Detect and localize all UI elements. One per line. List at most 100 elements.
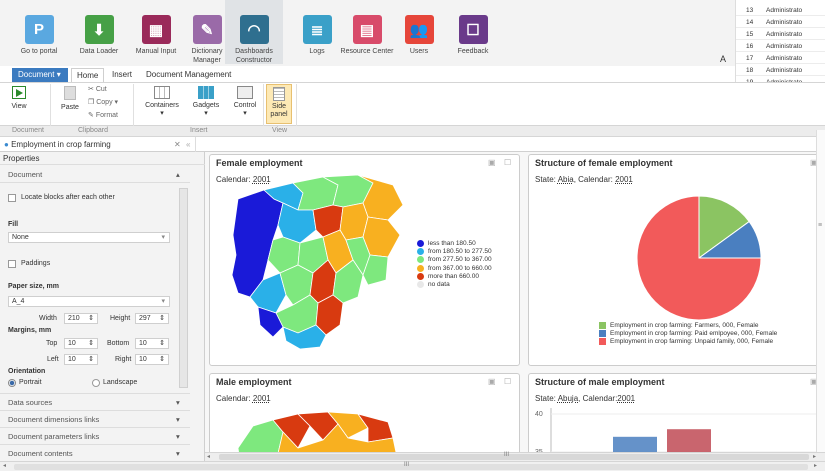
- maximize-icon[interactable]: ☐: [504, 158, 511, 167]
- nigeria-map[interactable]: [228, 165, 418, 355]
- state-calendar-filter[interactable]: State: Abia, Calendar: 2001: [535, 175, 633, 184]
- document-menu-button[interactable]: Document ▾: [12, 68, 68, 82]
- scroll-thumb[interactable]: III: [14, 462, 808, 470]
- fill-value: None: [12, 234, 29, 241]
- left-stepper[interactable]: 10 ⇕: [64, 354, 98, 365]
- row-number: 18: [746, 67, 754, 74]
- launcher-dashboards-constructor[interactable]: ◠ Dashboards Constructor: [225, 0, 283, 64]
- bottom-stepper[interactable]: 10 ⇕: [135, 338, 169, 349]
- launcher-feedback[interactable]: ☐ Feedback: [444, 0, 502, 64]
- fill-select[interactable]: None ▾: [8, 232, 170, 243]
- document-contents-section[interactable]: Document contents ▾: [0, 444, 190, 461]
- legend-label: Employment in crop farming: Paid emlpoye…: [610, 330, 778, 338]
- bottom-label: Bottom: [107, 340, 130, 347]
- locate-blocks-label: Locate blocks after each other: [21, 194, 115, 201]
- scroll-right-icon[interactable]: ▸: [813, 453, 816, 460]
- calendar-value: 2001: [617, 394, 636, 403]
- settings-icon[interactable]: ▣: [488, 377, 496, 386]
- data-sources-section[interactable]: Data sources ▾: [0, 393, 190, 410]
- close-tab-icon[interactable]: ✕: [174, 137, 181, 152]
- control-button[interactable]: Control ▾: [229, 86, 261, 117]
- properties-panel: Properties Document ▴ Locate blocks after…: [0, 152, 205, 461]
- paddings-checkbox[interactable]: [8, 260, 16, 268]
- panel-title: Structure of female employment: [535, 158, 673, 168]
- height-stepper[interactable]: 297 ⇕: [135, 313, 169, 324]
- width-stepper[interactable]: 210 ⇕: [64, 313, 98, 324]
- landscape-radio[interactable]: [92, 379, 100, 387]
- ribbon: [0, 82, 825, 126]
- launcher-users[interactable]: 👥 Users: [390, 0, 448, 64]
- state-value: Abia: [557, 175, 574, 184]
- legend-swatch: [417, 272, 424, 280]
- chevron-down-icon: ▾: [176, 398, 180, 407]
- splitter-handle-icon[interactable]: ≡: [818, 222, 822, 229]
- portrait-radio[interactable]: [8, 379, 16, 387]
- group-document-label: Document: [12, 127, 44, 134]
- side-panel-icon: [273, 87, 285, 101]
- legend-label: no data: [428, 281, 450, 289]
- parameters-links-section[interactable]: Document parameters links ▾: [0, 427, 190, 444]
- properties-scrollbar[interactable]: [179, 188, 188, 388]
- cut-label: Cut: [95, 86, 107, 93]
- dimensions-links-section[interactable]: Document dimensions links ▾: [0, 410, 190, 427]
- table-row[interactable]: 15 Administrato: [736, 29, 825, 40]
- settings-icon[interactable]: ▣: [488, 158, 496, 167]
- legend-label: from 367.00 to 660.00: [428, 264, 492, 272]
- launcher-go-to-portal[interactable]: P Go to portal: [10, 0, 68, 64]
- app-window: P Go to portal ⬇ Data Loader ▦ Manual Input ✎ D…: [0, 0, 825, 471]
- row-author: Administrato: [766, 55, 803, 62]
- paper-size-select[interactable]: A_4 ▾: [8, 296, 170, 307]
- control-label: Control: [233, 102, 257, 109]
- control-dropdown-icon: ▾: [243, 110, 247, 117]
- group-view-label: View: [272, 127, 288, 134]
- female-employment-panel: Female employment ▣ ☐ Calendar: 2001 les…: [209, 154, 520, 366]
- right-stepper[interactable]: 10 ⇕: [135, 354, 169, 365]
- scroll-right-icon[interactable]: ▸: [814, 462, 817, 469]
- launcher-resource-center[interactable]: ▤ Resource Center: [338, 0, 396, 64]
- collapse-tabs-icon[interactable]: «: [186, 137, 190, 152]
- state-calendar-filter[interactable]: State: Abuja, Calendar:2001: [535, 394, 635, 403]
- workspace-horizontal-scrollbar[interactable]: ◂ III ▸: [205, 452, 825, 461]
- launcher-data-loader[interactable]: ⬇ Data Loader: [70, 0, 128, 64]
- view-button[interactable]: View: [6, 86, 32, 110]
- chevron-down-icon: ▾: [161, 234, 165, 241]
- legend-label: from 180.50 to 277.50: [428, 248, 492, 256]
- gauge-icon: ◠: [239, 15, 269, 44]
- copy-button[interactable]: ❐ Copy ▾: [88, 98, 118, 106]
- launcher-manual-input[interactable]: ▦ Manual Input: [127, 0, 185, 64]
- table-row[interactable]: 16 Administrato: [736, 41, 825, 52]
- document-tab[interactable]: ● Employment in crop farming ✕ «: [4, 137, 196, 152]
- calendar-filter[interactable]: Calendar: 2001: [216, 394, 271, 403]
- scroll-left-icon[interactable]: ◂: [3, 462, 6, 469]
- locate-blocks-checkbox[interactable]: [8, 194, 16, 202]
- table-row[interactable]: 17 Administrato: [736, 53, 825, 64]
- table-row[interactable]: 18 Administrato: [736, 65, 825, 76]
- workspace-vertical-scrollbar[interactable]: [816, 130, 825, 460]
- side-panel-button[interactable]: Side panel: [266, 84, 292, 124]
- female-structure-pie[interactable]: [634, 193, 764, 323]
- maximize-icon[interactable]: ☐: [504, 377, 511, 386]
- scroll-thumb-grip: III: [404, 462, 410, 468]
- launcher-label: Manual Input: [135, 48, 177, 55]
- containers-button[interactable]: Containers ▾: [143, 86, 181, 117]
- tab-document-management[interactable]: Document Management: [141, 68, 236, 82]
- table-row[interactable]: 13 Administrato: [736, 5, 825, 16]
- portal-icon: P: [24, 15, 54, 44]
- format-button[interactable]: ✎ Format: [88, 111, 118, 119]
- table-row[interactable]: 14 Administrato: [736, 17, 825, 28]
- copy-label: Copy: [96, 99, 113, 106]
- scroll-left-icon[interactable]: ◂: [207, 453, 210, 460]
- scroll-thumb[interactable]: III: [219, 452, 809, 460]
- cut-button[interactable]: ✂ Cut: [88, 85, 107, 93]
- top-stepper[interactable]: 10 ⇕: [64, 338, 98, 349]
- paper-size-value: A_4: [12, 298, 25, 305]
- gadgets-button[interactable]: Gadgets ▾: [190, 86, 222, 117]
- paste-button[interactable]: Paste: [58, 86, 82, 111]
- tab-insert[interactable]: Insert: [107, 68, 137, 82]
- document-section-header[interactable]: Document ▴: [0, 167, 190, 183]
- window-horizontal-scrollbar[interactable]: ◂ III ▸: [0, 461, 825, 471]
- legend-swatch: [417, 281, 424, 289]
- resource-icon: ▤: [352, 15, 382, 44]
- tab-home[interactable]: Home: [71, 68, 105, 82]
- legend-label: from 277.50 to 367.00: [428, 256, 492, 264]
